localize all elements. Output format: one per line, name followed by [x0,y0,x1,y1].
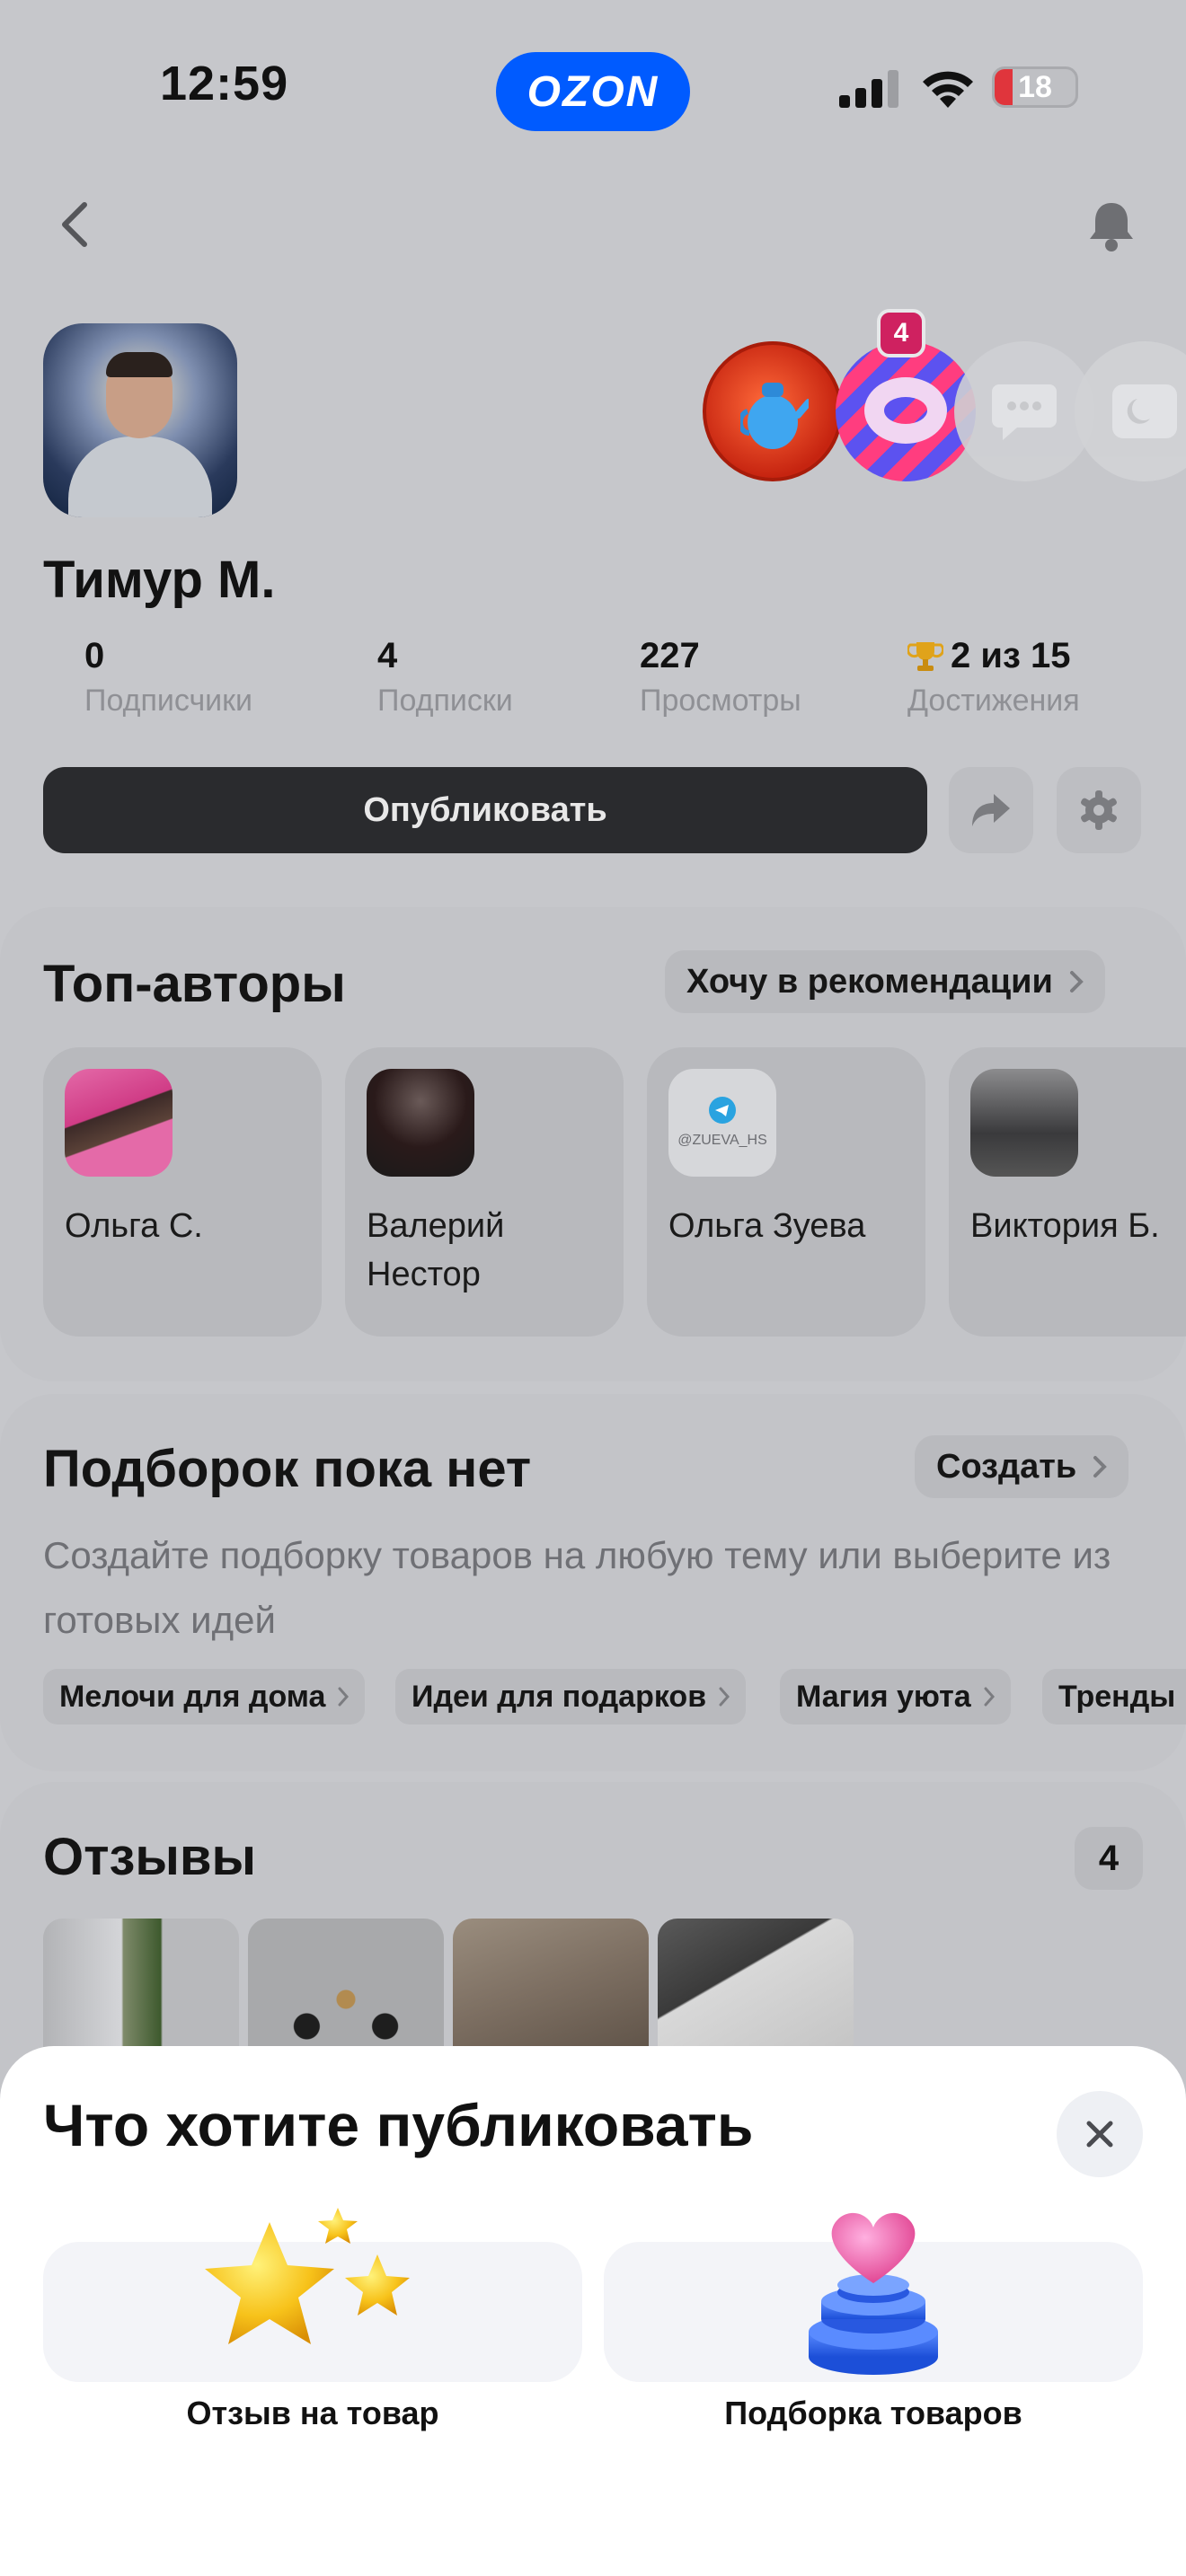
stat-following[interactable]: 4 Подписки [377,636,513,719]
achievement-badge-teapot[interactable] [703,341,843,481]
chevron-right-icon [1069,971,1084,992]
cellular-signal-icon [839,70,898,108]
collections-title: Подборок пока нет [43,1440,532,1498]
stat-value: 227 [640,636,700,675]
chevron-right-icon [984,1687,995,1707]
create-collection-label: Создать [936,1447,1077,1486]
collections-description: Создайте подборку товаров на любую тему … [43,1534,1111,1641]
idea-tag[interactable]: Идеи для подарков [395,1669,747,1725]
review-photo[interactable] [248,1919,444,2053]
stat-achievements[interactable]: 2 из 15 Достижения [907,636,1080,719]
create-collection-button[interactable]: Создать [915,1435,1129,1498]
teapot-icon [740,383,809,449]
idea-tag-label: Магия уюта [796,1679,971,1714]
trophy-icon [907,641,943,671]
achievement-new-count-badge: 4 [877,309,925,357]
stat-label: Подписчики [84,684,253,718]
idea-tag-label: Тренды [1058,1679,1176,1714]
settings-button[interactable] [1057,767,1141,853]
author-avatar [367,1069,474,1177]
battery-level: 18 [1018,70,1052,104]
top-authors-title: Топ-авторы [43,955,346,1013]
achievement-badge-locked-chat[interactable] [954,341,1094,481]
notifications-bell-icon[interactable] [1085,199,1137,253]
review-photo[interactable] [43,1919,239,2053]
sheet-title: Что хотите публиковать [43,2092,754,2158]
chevron-right-icon [719,1687,730,1707]
gear-icon [1081,790,1117,830]
stat-label: Просмотры [640,684,801,718]
battery-indicator: 18 [992,66,1078,108]
chevron-right-icon [338,1687,350,1707]
author-name: Виктория Б. [970,1207,1160,1245]
idea-tag[interactable]: Мелочи для дома [43,1669,366,1725]
telegram-icon [709,1097,736,1124]
author-card[interactable]: @ZUEVA_HS Ольга Зуева [647,1047,925,1337]
idea-tag[interactable]: Магия уюта [780,1669,1011,1725]
option-collection-label: Подборка товаров [724,2395,1022,2431]
stat-value: 2 из 15 [951,636,1071,675]
ozon-app-badge[interactable]: OZON [496,52,690,131]
publish-button[interactable]: Опубликовать [43,767,927,853]
close-icon [1086,2121,1113,2148]
author-avatar [970,1069,1078,1177]
close-sheet-button[interactable] [1057,2091,1143,2177]
recommendations-link[interactable]: Хочу в рекомендации [665,950,1105,1013]
author-avatar: @ZUEVA_HS [668,1069,776,1177]
heart-stack-icon [809,2212,938,2375]
option-review-label: Отзыв на товар [186,2395,439,2431]
chevron-right-icon [1093,1456,1108,1478]
wifi-icon [923,71,973,108]
review-photo[interactable] [658,1919,854,2053]
reviews-title: Отзывы [43,1828,257,1886]
author-name: Ольга С. [65,1207,203,1245]
stat-value: 0 [84,636,105,675]
recommendations-link-label: Хочу в рекомендации [686,962,1053,1001]
profile-name: Тимур М. [43,551,276,609]
stat-views[interactable]: 227 Просмотры [640,636,801,719]
moon-card-icon [1112,384,1177,438]
share-button[interactable] [949,767,1033,853]
author-card[interactable]: Ольга С. [43,1047,322,1337]
stat-value: 4 [377,636,398,675]
reviews-count[interactable]: 4 [1075,1827,1143,1890]
author-avatar-handle: @ZUEVA_HS [677,1133,767,1148]
idea-tag-label: Мелочи для дома [59,1679,326,1714]
stars-icon [205,2208,410,2344]
stat-label: Достижения [907,684,1080,718]
stat-followers[interactable]: 0 Подписчики [84,636,252,719]
idea-tag[interactable]: Тренды [1042,1669,1186,1725]
chat-icon [992,384,1057,440]
share-arrow-icon [972,794,1010,826]
profile-avatar[interactable] [43,323,237,517]
author-name: Валерий Нестор [367,1207,505,1293]
author-avatar [65,1069,173,1177]
author-card[interactable]: Виктория Б. [949,1047,1186,1337]
stat-label: Подписки [377,684,513,718]
idea-tag-label: Идеи для подарков [412,1679,707,1714]
author-name: Ольга Зуева [668,1207,866,1245]
back-icon[interactable] [54,199,93,250]
status-time: 12:59 [160,57,289,110]
review-photo[interactable] [453,1919,649,2053]
author-card[interactable]: Валерий Нестор [345,1047,624,1337]
